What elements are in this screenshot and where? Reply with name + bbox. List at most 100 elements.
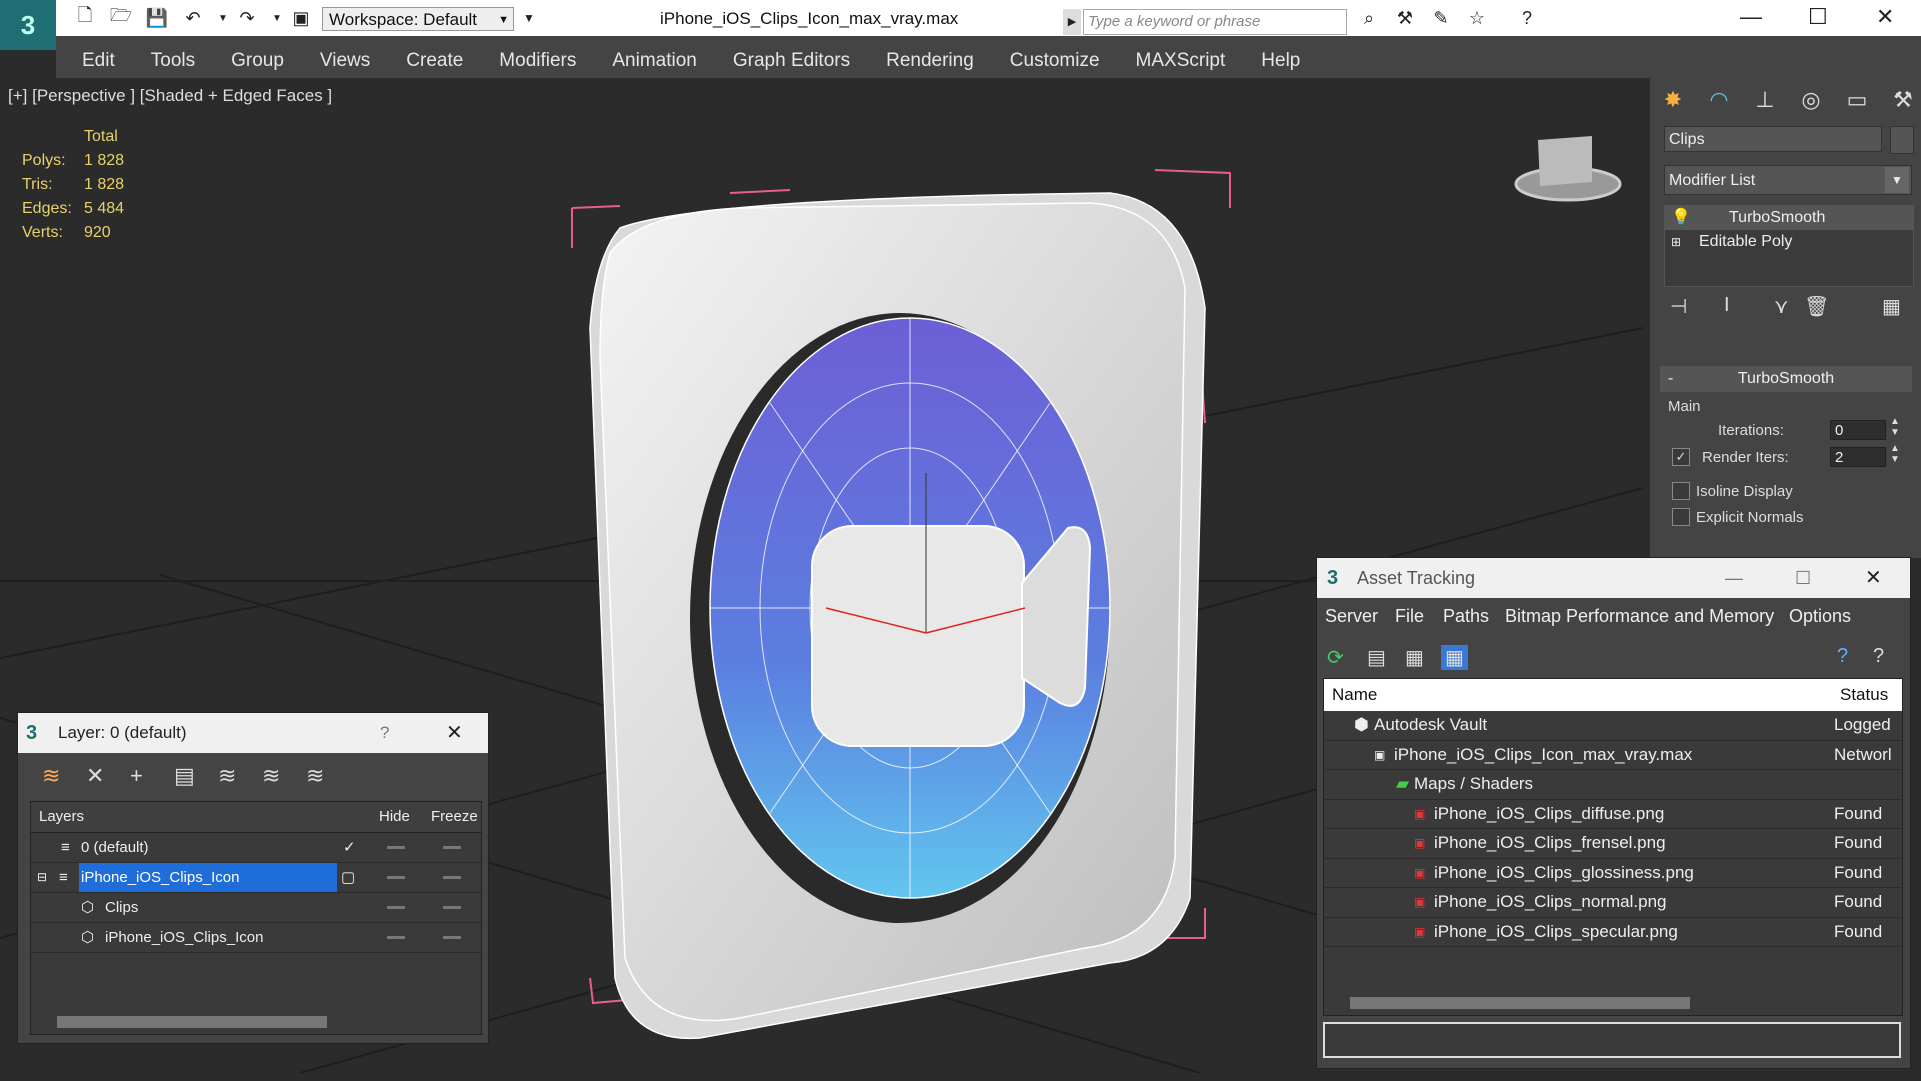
spinner-arrows-icon[interactable]: ▲ ▼ bbox=[1890, 416, 1900, 438]
menu-server[interactable]: Server bbox=[1325, 606, 1378, 627]
refresh-icon[interactable]: ⟳ bbox=[1327, 645, 1344, 670]
menu-paths[interactable]: Paths bbox=[1443, 606, 1489, 627]
horizontal-scrollbar[interactable] bbox=[1350, 997, 1690, 1009]
redo-icon[interactable]: ↷ bbox=[236, 8, 258, 28]
asset-row[interactable]: ▰ Maps / Shaders bbox=[1324, 770, 1902, 800]
freeze-toggle[interactable] bbox=[443, 876, 461, 879]
qat-menu-icon[interactable]: ▼ bbox=[518, 8, 540, 28]
help-icon[interactable]: ? bbox=[1837, 645, 1848, 668]
layer-row[interactable]: ⬡ Clips bbox=[31, 893, 481, 923]
motion-tab-icon[interactable]: ◎ bbox=[1794, 84, 1828, 116]
modify-tab-icon[interactable]: ◠ bbox=[1702, 84, 1736, 116]
modifier-list-dropdown[interactable]: Modifier List ▼ bbox=[1664, 165, 1912, 195]
search-input[interactable]: Type a keyword or phrase bbox=[1083, 9, 1347, 35]
stack-item-editable-poly[interactable]: ⊞ Editable Poly bbox=[1665, 230, 1913, 254]
collapse-icon[interactable]: ⊟ bbox=[37, 863, 47, 892]
redo-dropdown-icon[interactable]: ▼ bbox=[266, 8, 288, 28]
create-tab-icon[interactable]: ✸ bbox=[1656, 84, 1690, 116]
star-icon[interactable]: ☆ bbox=[1466, 8, 1488, 28]
hierarchy-tab-icon[interactable]: ⊥ bbox=[1748, 84, 1782, 116]
col-status[interactable]: Status bbox=[1840, 679, 1888, 711]
layer-row[interactable]: ≡ 0 (default) ✓ bbox=[31, 833, 481, 863]
stack-item-turbosmooth[interactable]: 💡 TurboSmooth bbox=[1665, 206, 1913, 230]
layer-dialog-titlebar[interactable]: 3 Layer: 0 (default) ? ✕ bbox=[18, 713, 488, 753]
layer-row[interactable]: ⬡ iPhone_iOS_Clips_Icon bbox=[31, 923, 481, 953]
close-icon[interactable]: ✕ bbox=[1865, 558, 1882, 598]
asset-row[interactable]: ⬢ Autodesk Vault Logged bbox=[1324, 711, 1902, 741]
col-hide[interactable]: Hide bbox=[379, 802, 410, 832]
object-name-field[interactable]: Clips bbox=[1664, 126, 1882, 152]
menu-file[interactable]: File bbox=[1395, 606, 1424, 627]
menu-bitmap-performance[interactable]: Bitmap Performance and Memory bbox=[1505, 606, 1774, 627]
remove-modifier-icon[interactable]: 🗑 bbox=[1804, 294, 1829, 319]
isoline-checkbox[interactable] bbox=[1672, 482, 1690, 500]
save-icon[interactable]: 💾 bbox=[146, 8, 168, 28]
hide-toggle[interactable] bbox=[387, 876, 405, 879]
turbosmooth-rollout-header[interactable]: - TurboSmooth bbox=[1660, 366, 1912, 392]
object-color-swatch[interactable] bbox=[1890, 126, 1914, 154]
undo-icon[interactable]: ↶ bbox=[182, 8, 204, 28]
hide-all-icon[interactable]: ≋ bbox=[306, 763, 324, 789]
freeze-toggle[interactable] bbox=[443, 846, 461, 849]
col-layers[interactable]: Layers bbox=[39, 802, 84, 832]
undo-dropdown-icon[interactable]: ▼ bbox=[212, 8, 234, 28]
project-folder-icon[interactable]: ▣ bbox=[290, 8, 312, 28]
show-end-result-icon[interactable]: I bbox=[1724, 294, 1730, 317]
horizontal-scrollbar[interactable] bbox=[57, 1016, 327, 1028]
highlight-layer-icon[interactable]: ≋ bbox=[262, 763, 280, 789]
new-layer-icon[interactable]: ≋ bbox=[42, 763, 60, 789]
maximize-icon[interactable]: ☐ bbox=[1808, 4, 1828, 30]
delete-layer-icon[interactable]: ✕ bbox=[86, 763, 104, 789]
configure-sets-icon[interactable]: ▦ bbox=[1882, 294, 1901, 319]
explicit-normals-checkbox[interactable] bbox=[1672, 508, 1690, 526]
display-tab-icon[interactable]: ▭ bbox=[1840, 84, 1874, 116]
minimize-icon[interactable]: — bbox=[1740, 4, 1762, 30]
viewport-label[interactable]: [+] [Perspective ] [Shaded + Edged Faces… bbox=[8, 86, 332, 106]
asset-row[interactable]: ▣ iPhone_iOS_Clips_specular.png Found bbox=[1324, 918, 1902, 947]
list-view-icon[interactable]: ▤ bbox=[1367, 645, 1386, 670]
table-view-icon[interactable]: ▦ bbox=[1441, 645, 1468, 670]
iterations-spinner[interactable]: 0 bbox=[1830, 420, 1886, 440]
menu-options[interactable]: Options bbox=[1789, 606, 1851, 627]
minimize-icon[interactable]: — bbox=[1725, 558, 1743, 598]
current-layer-icon[interactable]: ▢ bbox=[341, 863, 355, 892]
help-button[interactable]: ? bbox=[380, 713, 389, 753]
col-freeze[interactable]: Freeze bbox=[431, 802, 478, 832]
thumbnail-view-icon[interactable]: ▦ bbox=[1405, 645, 1424, 670]
asset-path-field[interactable] bbox=[1323, 1022, 1901, 1058]
select-objects-icon[interactable]: ▤ bbox=[174, 763, 195, 789]
tools-icon[interactable]: ⚒ bbox=[1394, 8, 1416, 28]
help-icon[interactable]: ? bbox=[1516, 8, 1538, 28]
add-to-layer-icon[interactable]: + bbox=[130, 763, 143, 789]
layer-row[interactable]: ⊟ ≡ iPhone_iOS_Clips_Icon ▢ bbox=[31, 863, 481, 893]
freeze-toggle[interactable] bbox=[443, 936, 461, 939]
hide-toggle[interactable] bbox=[387, 846, 405, 849]
select-layer-icon[interactable]: ≋ bbox=[218, 763, 236, 789]
close-icon[interactable]: ✕ bbox=[1876, 4, 1894, 30]
help-context-icon[interactable]: ? bbox=[1873, 645, 1884, 668]
app-logo-icon[interactable]: 3 bbox=[0, 0, 56, 50]
render-iters-checkbox[interactable]: ✓ bbox=[1672, 448, 1690, 466]
open-file-icon[interactable]: 🗁 bbox=[110, 5, 132, 28]
asset-row[interactable]: ▣ iPhone_iOS_Clips_diffuse.png Found bbox=[1324, 800, 1902, 829]
lightbulb-icon[interactable]: 💡 bbox=[1671, 206, 1691, 230]
pin-stack-icon[interactable]: ⊣ bbox=[1670, 294, 1687, 319]
close-icon[interactable]: ✕ bbox=[446, 713, 463, 753]
asset-dialog-titlebar[interactable]: 3 Asset Tracking — ☐ ✕ bbox=[1317, 558, 1910, 598]
hide-toggle[interactable] bbox=[387, 936, 405, 939]
maximize-icon[interactable]: ☐ bbox=[1795, 558, 1811, 598]
signin-icon[interactable]: ✎ bbox=[1430, 8, 1452, 28]
make-unique-icon[interactable]: ⋎ bbox=[1774, 294, 1789, 319]
checkmark-icon[interactable]: ✓ bbox=[343, 833, 356, 862]
asset-row[interactable]: ▣ iPhone_iOS_Clips_glossiness.png Found bbox=[1324, 859, 1902, 888]
asset-row[interactable]: ▣ iPhone_iOS_Clips_normal.png Found bbox=[1324, 888, 1902, 918]
render-iters-spinner[interactable]: 2 bbox=[1830, 447, 1886, 467]
new-file-icon[interactable]: 🗋 bbox=[74, 5, 96, 28]
utilities-tab-icon[interactable]: ⚒ bbox=[1886, 84, 1920, 116]
col-name[interactable]: Name bbox=[1332, 679, 1377, 711]
freeze-toggle[interactable] bbox=[443, 906, 461, 909]
asset-row[interactable]: ▣ iPhone_iOS_Clips_Icon_max_vray.max Net… bbox=[1324, 741, 1902, 770]
expand-icon[interactable]: ⊞ bbox=[1671, 230, 1681, 254]
spinner-arrows-icon[interactable]: ▲ ▼ bbox=[1890, 443, 1900, 465]
workspace-selector[interactable]: Workspace: Default ▼ bbox=[322, 7, 514, 31]
